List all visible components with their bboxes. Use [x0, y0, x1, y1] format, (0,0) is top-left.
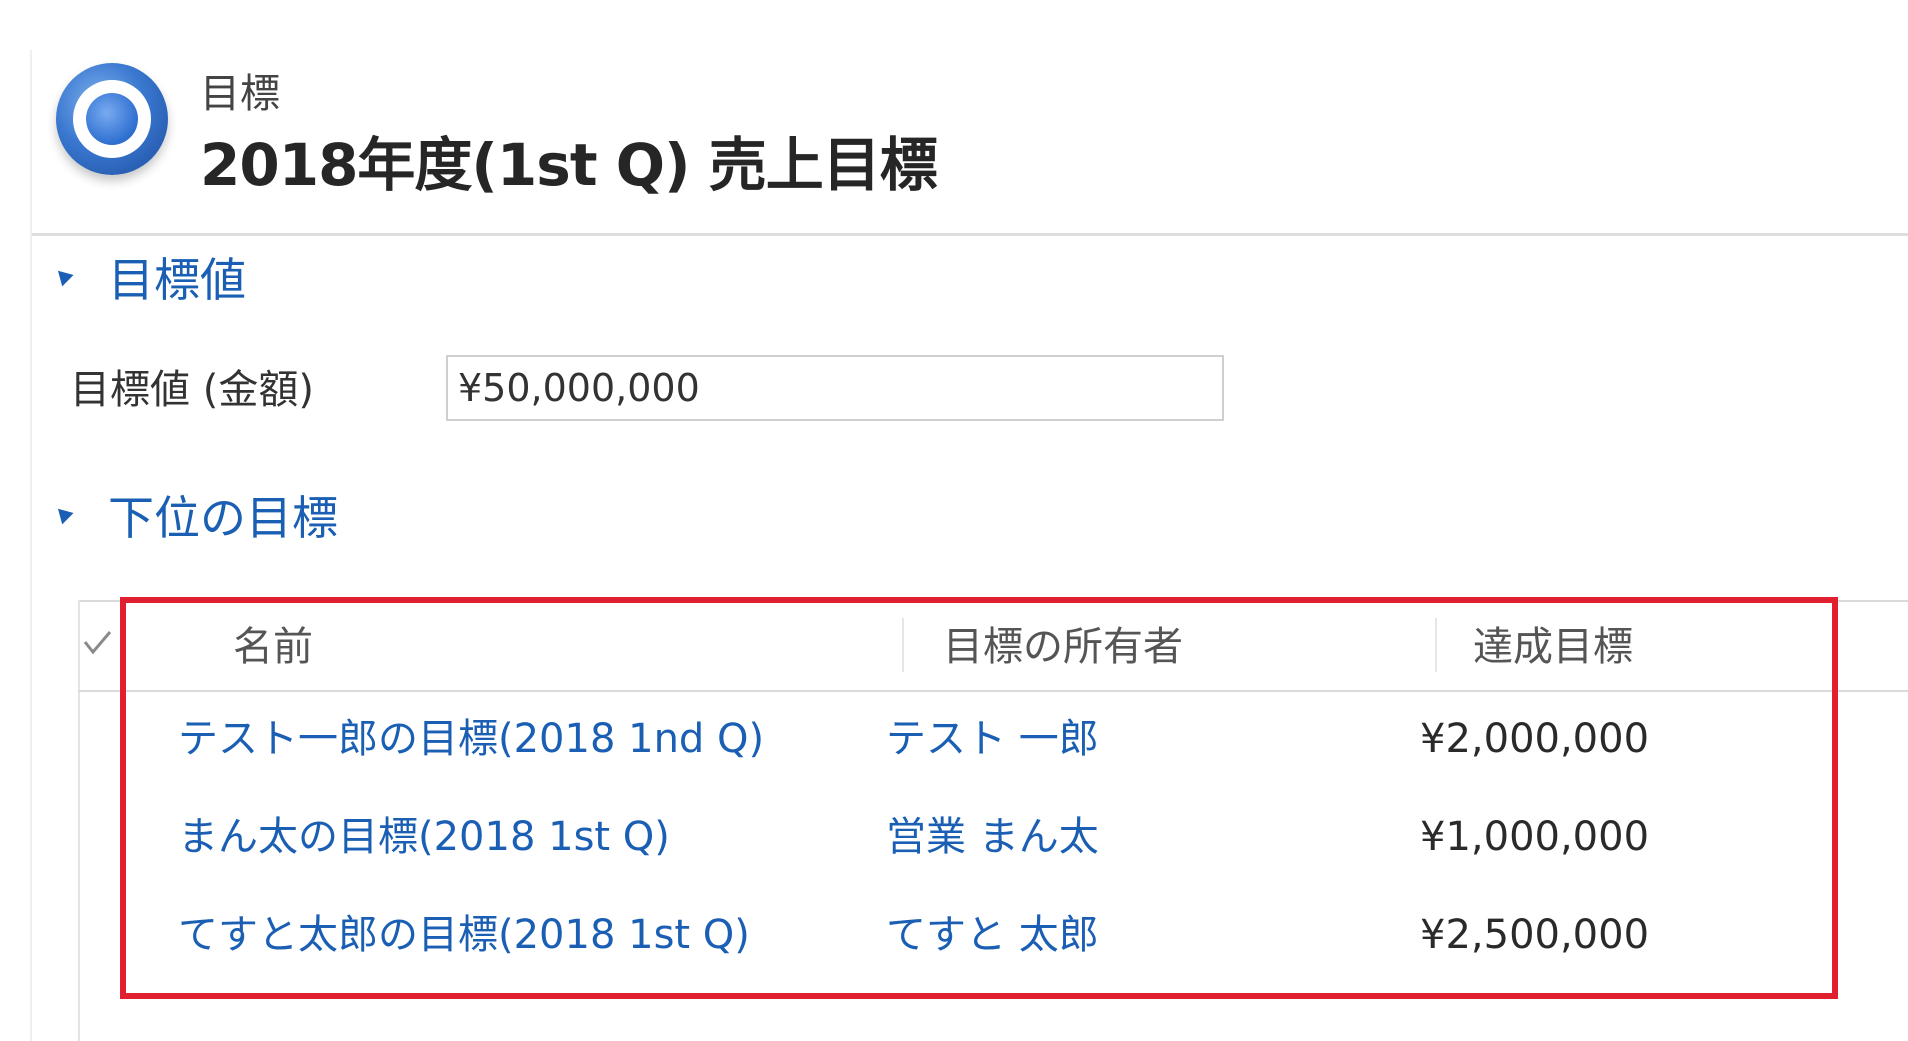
goal-target-amount: ¥1,000,000 [1420, 814, 1650, 860]
section-title: 下位の目標 [108, 491, 338, 545]
column-divider [1435, 618, 1437, 672]
goal-name-link[interactable]: てすと太郎の目標(2018 1st Q) [178, 910, 750, 960]
section-header-target-value[interactable]: 目標値 [52, 252, 246, 308]
entity-type-label: 目標 [200, 71, 280, 117]
target-amount-input[interactable] [446, 355, 1224, 421]
child-goals-grid: 名前 目標の所有者 達成目標 テスト一郎の目標(2018 1nd Q) テスト … [78, 600, 1908, 1041]
grid-top-border [78, 600, 1908, 602]
goal-form-page: 目標 2018年度(1st Q) 売上目標 目標値 目標値 (金額) 下位の目標… [0, 0, 1908, 1041]
collapse-arrow-icon[interactable] [52, 265, 74, 287]
select-all-check-icon[interactable] [82, 622, 112, 662]
goal-owner-link[interactable]: てすと 太郎 [886, 910, 1099, 960]
section-title: 目標値 [108, 253, 246, 307]
goal-name-link[interactable]: テスト一郎の目標(2018 1nd Q) [178, 714, 764, 764]
header-divider [32, 233, 1908, 236]
goal-target-amount: ¥2,500,000 [1420, 912, 1650, 958]
goal-owner-link[interactable]: 営業 まん太 [886, 812, 1099, 862]
collapse-arrow-icon[interactable] [52, 503, 74, 525]
goal-target-amount: ¥2,000,000 [1420, 716, 1650, 762]
record-title: 2018年度(1st Q) 売上目標 [200, 131, 938, 199]
goal-target-icon [56, 63, 168, 175]
column-header-name[interactable]: 名前 [233, 622, 313, 672]
left-border [30, 50, 32, 1041]
column-divider [902, 618, 904, 672]
table-row[interactable]: テスト一郎の目標(2018 1nd Q) テスト 一郎 ¥2,000,000 [78, 692, 1908, 790]
table-row[interactable]: まん太の目標(2018 1st Q) 営業 まん太 ¥1,000,000 [78, 790, 1908, 888]
target-amount-label: 目標値 (金額) [70, 367, 314, 413]
section-header-child-goals[interactable]: 下位の目標 [52, 490, 338, 546]
column-header-target[interactable]: 達成目標 [1473, 622, 1633, 672]
column-header-owner[interactable]: 目標の所有者 [943, 622, 1183, 672]
goal-name-link[interactable]: まん太の目標(2018 1st Q) [178, 812, 670, 862]
goal-owner-link[interactable]: テスト 一郎 [886, 714, 1099, 764]
table-row[interactable]: てすと太郎の目標(2018 1st Q) てすと 太郎 ¥2,500,000 [78, 888, 1908, 986]
